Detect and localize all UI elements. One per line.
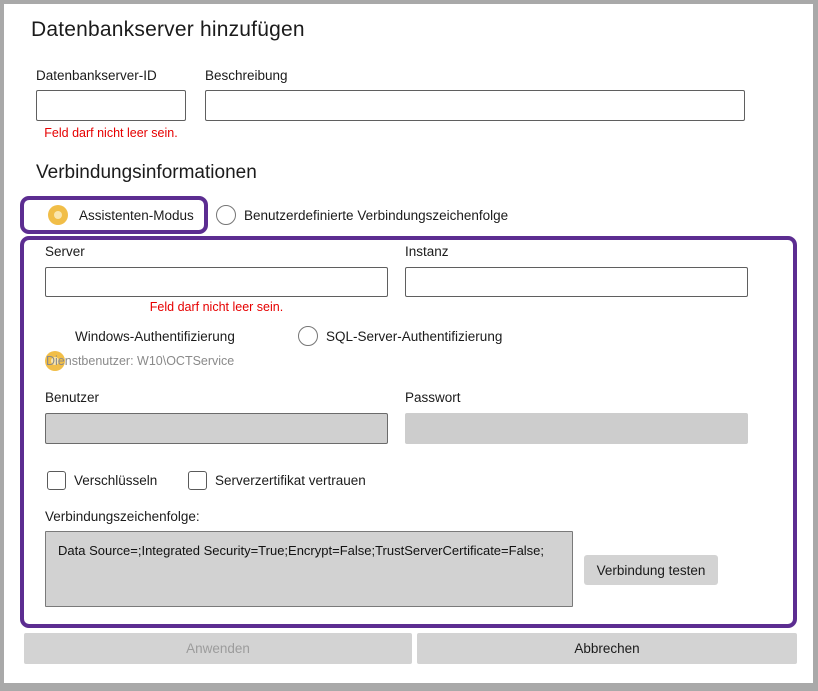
password-label: Passwort (405, 390, 461, 405)
add-database-server-dialog: Datenbankserver hinzufügen Datenbankserv… (0, 0, 818, 691)
server-input[interactable] (45, 267, 388, 297)
server-id-label: Datenbankserver-ID (36, 68, 157, 83)
custom-connection-string-radio-icon[interactable] (216, 205, 236, 225)
trust-certificate-checkbox-icon[interactable] (188, 471, 207, 490)
server-id-validation-error: Feld darf nicht leer sein. (36, 126, 186, 140)
server-validation-error: Feld darf nicht leer sein. (45, 300, 388, 314)
instance-label: Instanz (405, 244, 449, 259)
server-label: Server (45, 244, 85, 259)
user-label: Benutzer (45, 390, 99, 405)
instance-input[interactable] (405, 267, 748, 297)
password-input (405, 413, 748, 444)
wizard-mode-radio-icon[interactable] (48, 205, 68, 225)
description-label: Beschreibung (205, 68, 288, 83)
windows-auth-radio-label[interactable]: Windows-Authentifizierung (75, 329, 235, 344)
connection-section-heading: Verbindungsinformationen (36, 162, 257, 184)
sql-auth-radio-label[interactable]: SQL-Server-Authentifizierung (326, 329, 502, 344)
wizard-mode-radio-label[interactable]: Assistenten-Modus (79, 208, 194, 223)
description-input[interactable] (205, 90, 745, 121)
cancel-button[interactable]: Abbrechen (417, 633, 797, 664)
user-input (45, 413, 388, 444)
service-user-note: Dienstbenutzer: W10\OCTService (46, 354, 234, 368)
custom-connection-string-radio-label[interactable]: Benutzerdefinierte Verbindungszeichenfol… (244, 208, 508, 223)
page-title: Datenbankserver hinzufügen (31, 18, 305, 42)
server-id-input[interactable] (36, 90, 186, 121)
sql-auth-radio-icon[interactable] (298, 326, 318, 346)
connection-string-box: Data Source=;Integrated Security=True;En… (45, 531, 573, 607)
test-connection-button[interactable]: Verbindung testen (584, 555, 718, 585)
trust-certificate-checkbox-label[interactable]: Serverzertifikat vertrauen (215, 473, 366, 488)
encrypt-checkbox-label[interactable]: Verschlüsseln (74, 473, 157, 488)
apply-button[interactable]: Anwenden (24, 633, 412, 664)
connection-string-label: Verbindungszeichenfolge: (45, 509, 200, 524)
encrypt-checkbox-icon[interactable] (47, 471, 66, 490)
